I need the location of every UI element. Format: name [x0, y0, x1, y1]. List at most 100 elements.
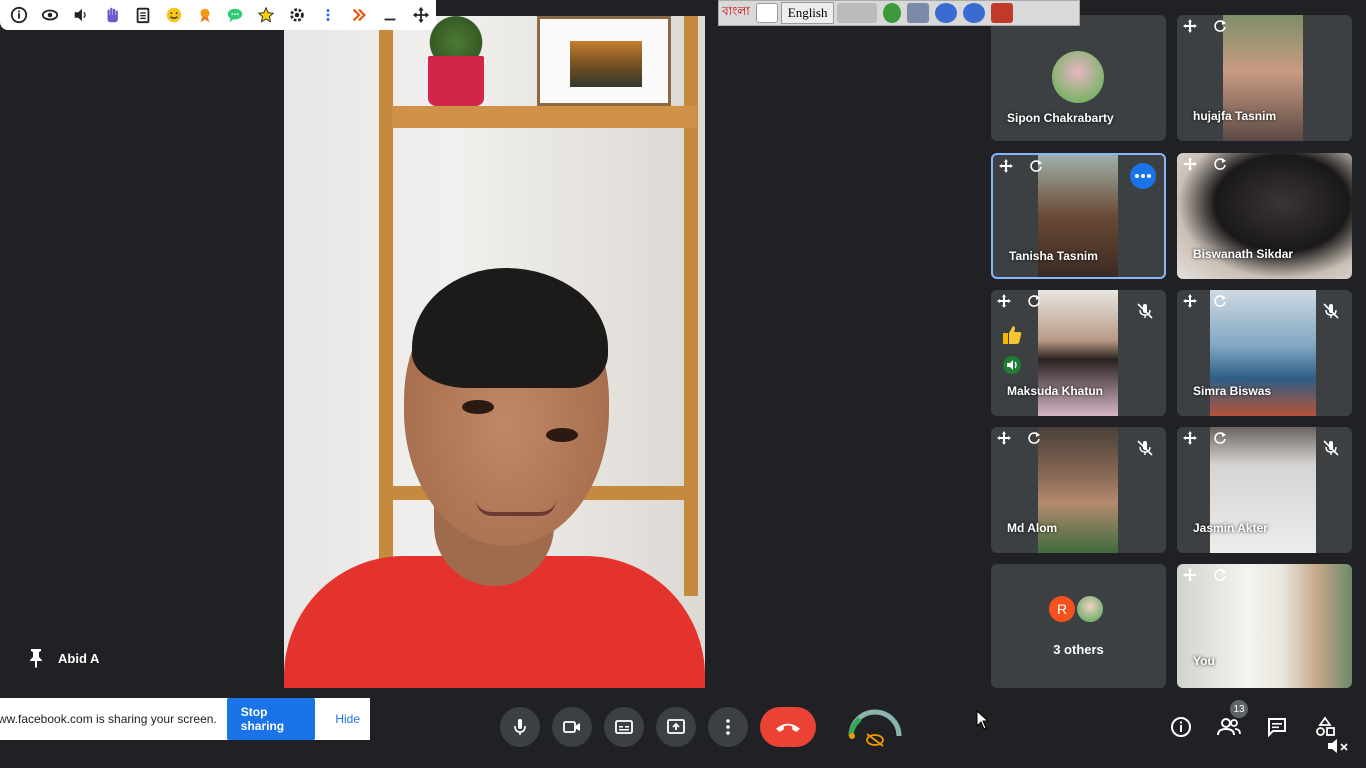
star-icon[interactable] [251, 0, 282, 30]
vertical-dots-icon[interactable] [313, 0, 344, 30]
participant-name: hujajfa Tasnim [1193, 109, 1277, 123]
network-gauge[interactable] [846, 706, 904, 750]
captions-button[interactable] [604, 707, 644, 747]
meeting-info-button[interactable] [1168, 714, 1194, 740]
award-icon[interactable] [189, 0, 220, 30]
move-icon[interactable] [997, 431, 1011, 445]
stop-sharing-button[interactable]: Stop sharing [226, 698, 316, 740]
extension-toolbar [0, 0, 436, 30]
double-chevron-icon[interactable] [343, 0, 374, 30]
participant-name: Biswanath Sikdar [1193, 247, 1294, 261]
camera-button[interactable] [552, 707, 592, 747]
refresh-icon[interactable] [1027, 431, 1041, 445]
adobe-icon[interactable] [755, 3, 778, 23]
participant-video [1177, 564, 1352, 688]
web-icon[interactable] [935, 3, 958, 23]
eye-icon[interactable] [35, 0, 66, 30]
refresh-icon[interactable] [1029, 159, 1043, 173]
language-select[interactable]: English [780, 2, 835, 24]
participant-tile[interactable]: Sipon Chakrabarty [991, 15, 1166, 141]
refresh-icon[interactable] [1213, 157, 1227, 171]
participant-name: Tanisha Tasnim [1009, 249, 1098, 263]
chat-icon [1268, 718, 1286, 738]
tile-controls [1183, 568, 1227, 582]
microphone-button[interactable] [500, 707, 540, 747]
more-options-button[interactable] [1130, 163, 1156, 189]
move-icon[interactable] [999, 159, 1013, 173]
tools-icon[interactable] [907, 3, 930, 23]
info-icon[interactable] [4, 0, 35, 30]
move-icon[interactable] [1183, 157, 1197, 171]
spotlight-video[interactable] [284, 16, 705, 688]
tile-controls [1183, 431, 1227, 445]
others-avatars: R [1047, 594, 1105, 624]
eye [462, 400, 494, 414]
others-tile[interactable]: R 3 others [991, 564, 1166, 688]
shelf-post [379, 16, 393, 596]
end-call-button[interactable] [760, 707, 816, 747]
language-toolbar: বাংলা English [718, 0, 1080, 26]
others-count-label: 3 others [1053, 642, 1104, 657]
participant-tile[interactable]: Biswanath Sikdar [1177, 153, 1352, 279]
mic-off-icon [1137, 440, 1153, 456]
mic-off-icon [1323, 440, 1339, 456]
refresh-icon[interactable] [1213, 431, 1227, 445]
hide-button[interactable]: Hide [325, 705, 370, 733]
screen-share-banner: ww.facebook.com is sharing your screen. … [0, 698, 370, 740]
mic-off-icon [1137, 303, 1153, 319]
participant-name: Jasmin Akter [1193, 521, 1268, 535]
speaker-icon[interactable] [66, 0, 97, 30]
refresh-icon[interactable] [1213, 19, 1227, 33]
avatar [1075, 594, 1105, 624]
move-icon[interactable] [405, 0, 436, 30]
participant-tile[interactable]: Jasmin Akter [1177, 427, 1352, 553]
thumbs-up-icon [1003, 326, 1022, 344]
participant-tile[interactable]: Simra Biswas [1177, 290, 1352, 416]
clipboard-icon[interactable] [127, 0, 158, 30]
participant-name: Md Alom [1007, 521, 1058, 535]
move-icon[interactable] [997, 294, 1011, 308]
participant-name: Simra Biswas [1193, 384, 1272, 398]
refresh-icon[interactable] [1027, 294, 1041, 308]
chat-bubble-icon[interactable] [220, 0, 251, 30]
picture [570, 41, 642, 87]
emoji-icon[interactable] [158, 0, 189, 30]
close-icon[interactable] [991, 3, 1014, 23]
raise-hand-icon[interactable] [97, 0, 128, 30]
minimize-icon[interactable] [374, 0, 405, 30]
people-icon [1217, 718, 1241, 736]
participant-tile[interactable]: Maksuda Khatun [991, 290, 1166, 416]
move-icon[interactable] [1183, 431, 1197, 445]
shapes-icon [1316, 716, 1335, 736]
self-tile[interactable]: You [1177, 564, 1352, 688]
speaker-muted-icon[interactable] [1326, 736, 1350, 756]
participant-tile[interactable]: hujajfa Tasnim [1177, 15, 1352, 141]
chat-button[interactable] [1264, 714, 1290, 740]
participant-tile[interactable]: Md Alom [991, 427, 1166, 553]
help-icon[interactable] [963, 3, 986, 23]
present-screen-button[interactable] [656, 707, 696, 747]
tile-controls [997, 294, 1041, 308]
gear-icon[interactable] [282, 0, 313, 30]
bangla-script-label[interactable]: বাংলা [719, 1, 753, 25]
info-icon [1171, 717, 1191, 737]
present-icon [667, 719, 685, 734]
shelf-board [392, 106, 697, 128]
participant-name: Maksuda Khatun [1007, 384, 1104, 398]
participant-tile-active[interactable]: Tanisha Tasnim [991, 153, 1166, 279]
refresh-icon[interactable] [1213, 568, 1227, 582]
move-icon[interactable] [1183, 19, 1197, 33]
shelf-post [684, 16, 698, 596]
eye-off-icon [866, 733, 884, 747]
move-icon[interactable] [1183, 294, 1197, 308]
keyboard-icon[interactable] [837, 3, 878, 23]
mouth [476, 500, 556, 516]
pin-icon[interactable] [28, 648, 44, 668]
participant-name: You [1193, 654, 1215, 668]
move-icon[interactable] [1183, 568, 1197, 582]
refresh-icon[interactable] [1213, 294, 1227, 308]
tile-controls [997, 431, 1041, 445]
more-options-button[interactable] [708, 707, 748, 747]
avatar: R [1047, 594, 1077, 624]
globe-icon[interactable] [883, 3, 902, 23]
